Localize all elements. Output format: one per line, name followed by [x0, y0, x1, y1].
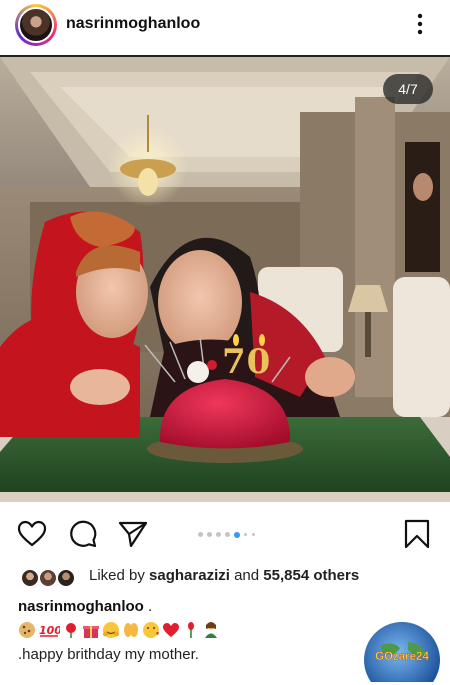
more-vertical-icon[interactable]	[412, 12, 428, 36]
photo-scene	[0, 57, 450, 502]
liked-by-user[interactable]: sagharazizi	[149, 567, 230, 584]
caption-username[interactable]: nasrinmoghanloo	[18, 598, 144, 615]
likes-prefix: Liked by	[89, 567, 150, 584]
woman-person-icon	[205, 622, 217, 638]
heart-icon	[163, 623, 179, 637]
post-username[interactable]: nasrinmoghanloo	[66, 15, 200, 33]
carousel-dot-active	[234, 531, 240, 538]
likes-count[interactable]: 55,854 others	[263, 567, 359, 584]
bookmark-icon[interactable]	[403, 518, 431, 550]
hundred-points-icon: 100	[39, 624, 60, 637]
liker-avatar[interactable]	[20, 568, 40, 588]
likes-middle: and	[229, 567, 264, 584]
gift-icon	[83, 626, 99, 638]
carousel-dot	[252, 533, 255, 536]
candle-numbers: 70	[222, 342, 272, 382]
likes-summary[interactable]: Liked by sagharazizi and 55,854 others	[89, 567, 359, 584]
caption-username-row: nasrinmoghanloo .	[18, 598, 152, 615]
svg-text:GOzare24: GOzare24	[375, 651, 429, 663]
carousel-dot	[225, 532, 230, 537]
rosebud-icon	[188, 622, 194, 638]
carousel-dot	[198, 532, 203, 537]
rose-icon	[66, 623, 76, 638]
profile-avatar[interactable]	[15, 4, 57, 46]
caption-text: .happy brithday my mother.	[18, 646, 199, 663]
paper-plane-icon[interactable]	[117, 518, 149, 550]
liker-avatar[interactable]	[56, 568, 76, 588]
kiss-face-icon	[143, 622, 159, 638]
site-watermark-logo: GOzare24	[364, 622, 440, 682]
heart-outline-icon[interactable]	[16, 518, 48, 550]
raising-hands-icon	[124, 623, 138, 637]
hug-face-icon	[103, 622, 119, 638]
carousel-dot	[207, 532, 212, 537]
likes-row: Liked by sagharazizi and 55,854 others	[0, 564, 450, 592]
svg-text:100: 100	[39, 624, 60, 637]
avatar-image	[18, 7, 54, 43]
comment-icon[interactable]	[67, 518, 99, 550]
caption-suffix: .	[143, 598, 153, 615]
caption-emojis: 100	[18, 621, 238, 643]
action-bar	[0, 502, 450, 564]
slide-counter-badge: 4/7	[383, 74, 433, 104]
carousel-dot	[216, 532, 221, 537]
liker-avatar[interactable]	[38, 568, 58, 588]
post-photo[interactable]: 4/7 70	[0, 57, 450, 502]
cookie-icon	[19, 622, 35, 638]
post-header: nasrinmoghanloo	[0, 0, 450, 57]
carousel-dot	[244, 533, 247, 536]
